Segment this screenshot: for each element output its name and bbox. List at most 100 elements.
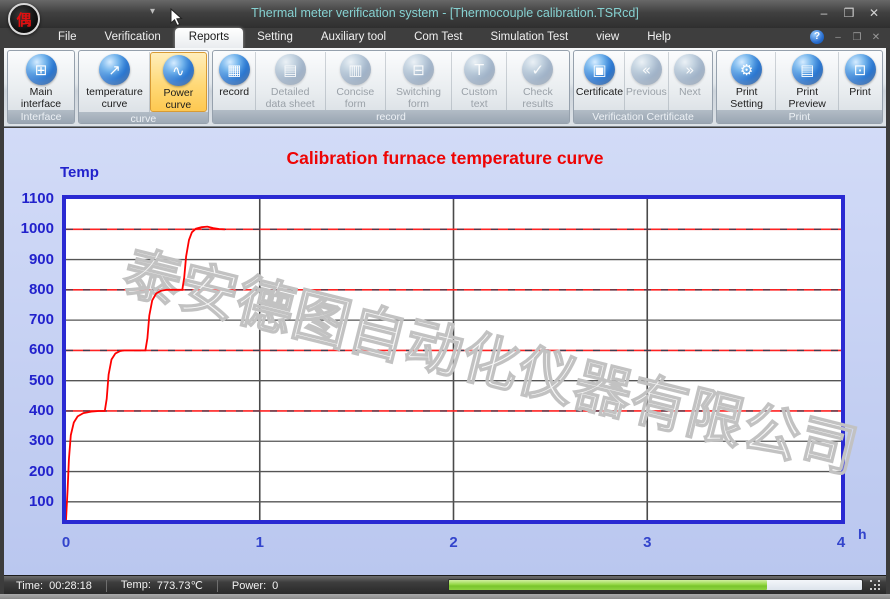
temperature-curve-button[interactable]: ↗temperature curve <box>80 52 150 112</box>
print-preview-icon: ▤ <box>792 54 823 85</box>
tab-view[interactable]: view <box>582 28 633 48</box>
custom-text-icon: T <box>464 54 495 85</box>
y-tick-label: 500 <box>12 372 54 389</box>
certificate-button[interactable]: ▣Certificate <box>575 52 625 110</box>
print-icon: ⊡ <box>845 54 876 85</box>
tab-simulation-test[interactable]: Simulation Test <box>476 28 582 48</box>
button-label: Print <box>849 86 871 110</box>
x-tick-label: 3 <box>636 534 658 551</box>
temperature-curve-icon: ↗ <box>99 54 130 85</box>
tab-auxiliary-tool[interactable]: Auxiliary tool <box>307 28 400 48</box>
print-preview-button[interactable]: ▤Print Preview <box>776 52 839 110</box>
button-label: Concise form <box>330 86 381 110</box>
statusbar: Time:00:28:18 Temp: 773.73℃ Power:0 <box>4 575 886 594</box>
button-label: temperature curve <box>84 86 145 110</box>
ribbon-group-print: ⚙Print Setting▤Print Preview⊡PrintPrint <box>716 50 883 124</box>
tab-com-test[interactable]: Com Test <box>400 28 476 48</box>
button-label: Power curve <box>155 87 202 111</box>
mdi-window-maximize-button[interactable]: ❒ <box>851 32 863 43</box>
x-axis-label: h <box>858 526 867 542</box>
titlebar: 偶 ▾ Thermal meter verification system - … <box>0 0 890 28</box>
main-interface-button[interactable]: ⊞Main interface <box>9 52 73 110</box>
menubar-controls: ? –❒ ✕ <box>810 30 882 44</box>
status-value: 773.73℃ <box>157 579 203 592</box>
x-tick-label: 2 <box>443 534 465 551</box>
ribbon-group-curve: ↗temperature curve∿Power curvecurve <box>78 50 209 124</box>
check-results-button[interactable]: ✓Check results <box>507 52 568 110</box>
power-curve-button[interactable]: ∿Power curve <box>150 52 207 112</box>
ribbon-group-record: ▦record▤Detailed data sheet▥Concise form… <box>212 50 571 124</box>
print-button[interactable]: ⊡Print <box>839 52 881 110</box>
ribbon-group-verification-certificate: ▣Certificate«Previous»NextVerification C… <box>573 50 713 124</box>
button-label: Main interface <box>13 86 69 110</box>
status-value: 0 <box>272 580 278 592</box>
menubar: FileVerificationReportsSettingAuxiliary … <box>0 28 890 48</box>
ribbon-group-interface: ⊞Main interfaceInterface <box>7 50 75 124</box>
button-label: Print Setting <box>722 86 772 110</box>
group-label: record <box>213 110 570 124</box>
detailed-data-sheet-button[interactable]: ▤Detailed data sheet <box>256 52 326 110</box>
tab-verification[interactable]: Verification <box>91 28 175 48</box>
y-tick-label: 400 <box>12 402 54 419</box>
status-segment-time: Time:00:28:18 <box>16 580 106 592</box>
tab-help[interactable]: Help <box>633 28 685 48</box>
y-tick-label: 700 <box>12 311 54 328</box>
help-icon[interactable]: ? <box>810 30 824 44</box>
previous-button[interactable]: «Previous <box>625 52 669 110</box>
y-tick-label: 800 <box>12 281 54 298</box>
status-items: Time:00:28:18 Temp: 773.73℃ Power:0 <box>16 579 292 592</box>
y-tick-label: 1000 <box>12 220 54 237</box>
app-icon[interactable]: 偶 <box>8 3 40 35</box>
window-title: Thermal meter verification system - [The… <box>0 6 890 20</box>
next-icon: » <box>674 54 705 85</box>
chart-title: Calibration furnace temperature curve <box>4 148 886 169</box>
x-tick-label: 4 <box>830 534 852 551</box>
previous-icon: « <box>631 54 662 85</box>
switching-form-icon: ⊟ <box>403 54 434 85</box>
main-interface-icon: ⊞ <box>26 54 57 85</box>
window-maximize-button[interactable]: ❒ <box>841 6 857 20</box>
button-label: Check results <box>511 86 564 110</box>
record-icon: ▦ <box>219 54 250 85</box>
y-tick-label: 300 <box>12 432 54 449</box>
y-tick-label: 100 <box>12 493 54 510</box>
tab-setting[interactable]: Setting <box>243 28 307 48</box>
switching-form-button[interactable]: ⊟Switching form <box>386 52 452 110</box>
custom-text-button[interactable]: TCustom text <box>452 52 507 110</box>
y-tick-label: 1100 <box>12 190 54 207</box>
concise-form-button[interactable]: ▥Concise form <box>326 52 386 110</box>
mdi-window-controls: –❒ ✕ <box>832 32 882 43</box>
status-divider <box>217 580 218 592</box>
button-label: Custom text <box>456 86 502 110</box>
group-label: curve <box>79 112 208 124</box>
y-tick-label: 900 <box>12 251 54 268</box>
button-label: Certificate <box>576 86 623 110</box>
ribbon-tabs: FileVerificationReportsSettingAuxiliary … <box>44 28 685 48</box>
y-tick-label: 600 <box>12 341 54 358</box>
resize-grip-icon[interactable] <box>870 580 882 592</box>
window-minimize-button[interactable]: – <box>816 6 832 20</box>
status-segment-power: Power:0 <box>232 580 292 592</box>
y-tick-label: 200 <box>12 463 54 480</box>
concise-form-icon: ▥ <box>340 54 371 85</box>
next-button[interactable]: »Next <box>669 52 711 110</box>
ribbon: ⊞Main interfaceInterface↗temperature cur… <box>4 48 886 127</box>
status-divider <box>106 580 107 592</box>
status-label: Temp: <box>121 579 151 592</box>
window-close-button[interactable]: ✕ <box>866 6 882 20</box>
progress-fill <box>449 580 767 590</box>
group-label: Verification Certificate <box>574 110 712 124</box>
window-controls: –❒ ✕ <box>816 6 882 20</box>
mdi-window-close-button[interactable]: ✕ <box>870 32 882 43</box>
print-setting-button[interactable]: ⚙Print Setting <box>718 52 777 110</box>
print-setting-icon: ⚙ <box>731 54 762 85</box>
progress-bar <box>448 579 863 591</box>
window-bottom-frame <box>0 594 890 599</box>
tab-file[interactable]: File <box>44 28 91 48</box>
tab-reports[interactable]: Reports <box>175 28 243 48</box>
button-label: record <box>219 86 249 110</box>
mdi-window-minimize-button[interactable]: – <box>832 32 844 43</box>
y-axis-label: Temp <box>60 164 99 181</box>
record-button[interactable]: ▦record <box>214 52 256 110</box>
group-label: Interface <box>8 110 74 124</box>
